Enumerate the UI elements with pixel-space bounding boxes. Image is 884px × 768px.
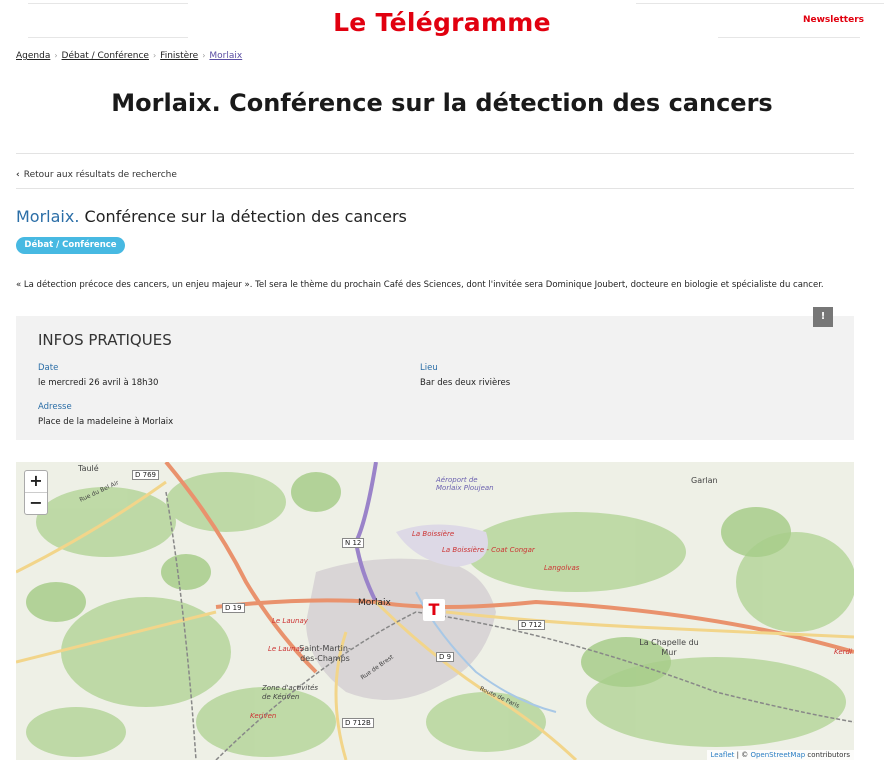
site-logo[interactable]: Le Télégramme [0, 8, 884, 37]
map-label-le-launay: Le Launay [272, 617, 308, 625]
date-value: le mercredi 26 avril à 18h30 [38, 378, 159, 388]
map-label-langolvas: Langolvas [544, 564, 580, 572]
leaflet-link[interactable]: Leaflet [711, 751, 735, 759]
map-label-la-chapelle: La Chapelle du Mur [639, 638, 699, 657]
chevron-right-icon: › [152, 51, 157, 60]
breadcrumb: Agenda › Débat / Conférence › Finistère › Morl… [16, 51, 242, 61]
road-d712b: D 712B [342, 718, 374, 728]
event-title-text: Conférence sur la détection des cancers [84, 207, 407, 226]
road-d712: D 712 [518, 620, 545, 630]
map-label-kerdi: Kerdi [834, 648, 852, 656]
newsletters-link[interactable]: Newsletters [803, 15, 864, 25]
road-d9: D 9 [436, 652, 455, 662]
map-zoom-control: + − [24, 470, 48, 515]
map-label-taule: Taulé [78, 464, 99, 473]
map-label-keriven: Keriven [250, 712, 277, 720]
lieu-value: Bar des deux rivières [420, 378, 511, 388]
road-d769: D 769 [132, 470, 159, 480]
header-divider [28, 3, 188, 4]
chevron-right-icon: › [202, 51, 206, 60]
back-link-label: Retour aux résultats de recherche [23, 170, 177, 180]
divider [16, 153, 854, 154]
divider [16, 188, 854, 189]
map-label-zone-activites: Zone d'activités de Kériven [262, 684, 319, 701]
zoom-in-button[interactable]: + [25, 471, 47, 493]
adresse-value: Place de la madeleine à Morlaix [38, 417, 174, 427]
chevron-right-icon: › [54, 51, 58, 60]
adresse-label: Adresse [38, 402, 72, 412]
infos-pratiques-panel: INFOS PRATIQUES Date le mercredi 26 avri… [16, 316, 854, 440]
infos-title-light: INFOS [38, 331, 84, 349]
header-divider [28, 37, 188, 38]
event-title: Morlaix. Conférence sur la détection des… [16, 207, 407, 226]
attribution-separator: | © [736, 751, 749, 759]
page-title: Morlaix. Conférence sur la détection des… [111, 89, 773, 117]
date-label: Date [38, 363, 59, 373]
breadcrumb-morlaix[interactable]: Morlaix [209, 51, 242, 61]
map-label-aeroport: Aéroport de Morlaix Ploujean [436, 476, 494, 492]
breadcrumb-debat-conference[interactable]: Débat / Conférence [62, 51, 149, 61]
header-divider [636, 3, 884, 4]
map-label-morlaix: Morlaix [358, 598, 391, 608]
event-description: « La détection précoce des cancers, un e… [16, 280, 824, 290]
header-divider [718, 37, 860, 38]
chevron-left-icon: ‹ [16, 170, 20, 180]
event-map[interactable]: Taulé Garlan Morlaix La Boissière La Boi… [16, 462, 854, 760]
infos-title: INFOS PRATIQUES [38, 331, 172, 349]
category-badge[interactable]: Débat / Conférence [16, 237, 125, 254]
map-label-la-boissiere: La Boissière [412, 530, 455, 538]
attribution-suffix: contributors [807, 751, 850, 759]
map-attribution: Leaflet | © OpenStreetMap contributors [706, 750, 854, 760]
event-location-marker[interactable]: T [423, 599, 445, 621]
breadcrumb-finistere[interactable]: Finistère [160, 51, 198, 61]
road-n12: N 12 [342, 538, 365, 548]
openstreetmap-link[interactable]: OpenStreetMap [750, 751, 805, 759]
map-label-la-boissiere-coat: La Boissière - Coat Congar [442, 546, 535, 554]
road-d19: D 19 [222, 603, 245, 613]
infos-title-bold: PRATIQUES [88, 331, 172, 349]
zoom-out-button[interactable]: − [25, 493, 47, 514]
map-label-saint-martin: Saint-Martin-des-Champs [299, 644, 351, 663]
lieu-label: Lieu [420, 363, 438, 373]
event-city: Morlaix. [16, 207, 80, 226]
report-alert-button[interactable]: ! [813, 307, 833, 327]
back-to-results-link[interactable]: ‹ Retour aux résultats de recherche [16, 170, 177, 180]
breadcrumb-agenda[interactable]: Agenda [16, 51, 50, 61]
map-label-garlan: Garlan [691, 476, 718, 485]
